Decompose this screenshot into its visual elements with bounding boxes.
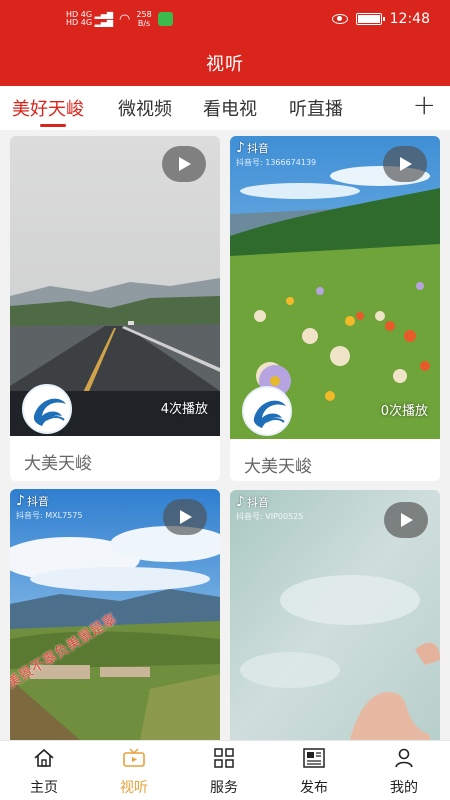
nav-audiovisual[interactable]: 视听	[99, 747, 169, 797]
page-title: 视听	[206, 54, 244, 75]
network-label: HD	[66, 18, 79, 27]
play-button[interactable]	[383, 146, 427, 182]
tiktok-id: 抖音号: MXL7575	[16, 511, 83, 520]
wifi-icon: ◠	[119, 11, 131, 27]
video-card[interactable]: 4次播放 大美天峻	[10, 136, 220, 481]
tab-micro-video[interactable]: 微视频	[118, 95, 172, 121]
bottom-navigation: 主页 视听 服务 发布 我的	[0, 740, 450, 800]
tiktok-watermark: ♪ 抖音	[16, 493, 49, 509]
nav-publish[interactable]: 发布	[279, 747, 349, 797]
channel-logo	[22, 384, 72, 434]
tab-meihao-tianjun[interactable]: 美好天峻	[12, 95, 84, 121]
tab-watch-tv[interactable]: 看电视	[203, 95, 257, 121]
home-icon	[9, 747, 79, 769]
tv-icon	[99, 747, 169, 769]
nav-services[interactable]: 服务	[189, 747, 259, 797]
clock: 12:48	[389, 11, 430, 27]
status-bar: HD 4G ▂▄▆ HD 4G ▂▄▆ ◠ 258 B/s 12:48	[0, 0, 450, 40]
tiktok-icon: ♪	[16, 493, 25, 509]
wechat-notification-icon	[157, 12, 173, 26]
video-thumbnail[interactable]: 4次播放	[10, 136, 220, 436]
tiktok-id: 抖音号: VIP00525	[236, 512, 304, 521]
active-tab-indicator	[40, 124, 66, 127]
tiktok-watermark: ♪ 抖音	[236, 494, 269, 510]
tiktok-watermark: ♪ 抖音	[236, 140, 269, 156]
video-card[interactable]: ♪ 抖音 抖音号: 1366674139 0次播放 大美天峻	[230, 136, 440, 481]
channel-logo	[242, 386, 292, 436]
play-button[interactable]	[384, 502, 428, 538]
play-count: 4次播放	[160, 402, 208, 417]
tab-listen-live[interactable]: 听直播	[289, 95, 343, 121]
video-card[interactable]: ♪ 抖音 抖音号: MXL7575 美景不辜负美景是辜	[10, 489, 220, 740]
nav-home[interactable]: 主页	[9, 747, 79, 797]
video-card[interactable]: ♪ 抖音 抖音号: VIP00525	[230, 490, 440, 740]
category-tabs: 美好天峻 微视频 看电视 听直播 +	[0, 86, 450, 130]
nav-profile[interactable]: 我的	[369, 747, 439, 797]
plus-icon[interactable]: +	[413, 90, 436, 120]
tiktok-id: 抖音号: 1366674139	[236, 158, 317, 167]
battery-icon	[355, 13, 385, 25]
video-title: 大美天峻	[24, 454, 92, 474]
play-count: 0次播放	[380, 404, 428, 419]
play-button[interactable]	[162, 146, 206, 182]
video-title: 大美天峻	[244, 457, 312, 477]
eye-comfort-icon	[331, 14, 348, 24]
newspaper-icon	[279, 747, 349, 769]
tiktok-icon: ♪	[236, 494, 245, 510]
play-button[interactable]	[163, 499, 207, 535]
video-thumbnail[interactable]: ♪ 抖音 抖音号: 1366674139 0次播放	[230, 136, 440, 439]
grid-icon	[189, 747, 259, 769]
signal-icon: ▂▄▆	[94, 18, 114, 27]
tiktok-icon: ♪	[236, 140, 245, 156]
video-thumbnail[interactable]: ♪ 抖音 抖音号: MXL7575 美景不辜负美景是辜	[10, 489, 220, 740]
network-indicator: HD 4G ▂▄▆ HD 4G ▂▄▆	[66, 11, 113, 27]
video-thumbnail[interactable]: ♪ 抖音 抖音号: VIP00525	[230, 490, 440, 740]
app-header: HD 4G ▂▄▆ HD 4G ▂▄▆ ◠ 258 B/s 12:48 视听	[0, 0, 450, 86]
network-label: 4G	[80, 18, 93, 27]
network-speed: 258 B/s	[136, 10, 152, 28]
person-icon	[369, 747, 439, 769]
